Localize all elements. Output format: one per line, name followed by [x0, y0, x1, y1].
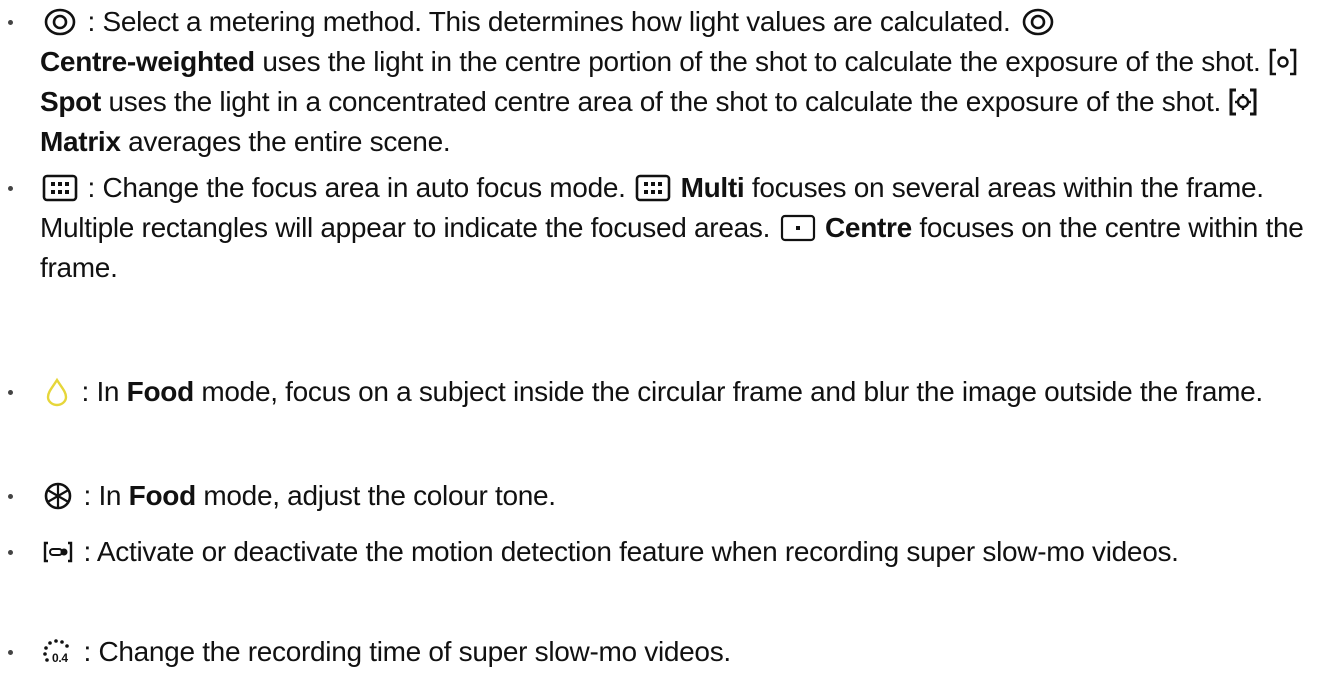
focus-text-1: : Change the focus area in auto focus mo…	[80, 172, 634, 203]
bullet-dot	[8, 650, 13, 655]
food-label: Food	[126, 376, 195, 407]
matrix-icon	[1228, 87, 1258, 117]
metering-text-4: averages the entire scene.	[120, 126, 451, 157]
bullet-dot	[8, 390, 13, 395]
recording-time-icon: 0.4	[40, 637, 76, 667]
food-label: Food	[128, 480, 197, 511]
food-focus-text-2: mode, focus on a subject inside the circ…	[193, 376, 1263, 407]
bullet-dot	[8, 494, 13, 499]
colour-tone-text-2: mode, adjust the colour tone.	[195, 480, 556, 511]
colour-tone-icon	[40, 481, 76, 511]
motion-detection-icon	[40, 537, 76, 567]
colour-tone-text-1: : In	[76, 480, 129, 511]
centre-label: Centre	[825, 212, 912, 243]
motion-detection-text: : Activate or deactivate the motion dete…	[76, 536, 1179, 567]
metering-text-3: uses the light in a concentrated centre …	[101, 86, 1229, 117]
metering-description: : Select a metering method. This determi…	[40, 2, 1337, 162]
recording-time-text: : Change the recording time of super slo…	[76, 636, 731, 667]
recording-time-icon-text: 0.4	[52, 651, 68, 665]
focus-area-icon	[40, 173, 80, 203]
centre-weighted-label: Centre-weighted	[40, 46, 255, 77]
food-focus-text-1: : In	[74, 376, 127, 407]
drop-icon	[40, 377, 74, 407]
metering-icon	[40, 7, 80, 37]
bullet-dot	[8, 186, 13, 191]
multi-focus-icon	[633, 173, 673, 203]
recording-time-description: 0.4 : Change the recording time of super…	[40, 632, 1337, 672]
metering-text-2: uses the light in the centre portion of …	[254, 46, 1268, 77]
colour-tone-description: : In Food mode, adjust the colour tone.	[40, 476, 1337, 516]
bullet-dot	[8, 550, 13, 555]
spot-icon	[1268, 47, 1298, 77]
spot-label: Spot	[40, 86, 102, 117]
centre-focus-icon	[778, 213, 818, 243]
metering-text-1: : Select a metering method. This determi…	[80, 6, 1018, 37]
multi-label: Multi	[680, 172, 745, 203]
food-focus-description: : In Food mode, focus on a subject insid…	[40, 372, 1337, 412]
bullet-dot	[8, 20, 13, 25]
motion-detection-description: : Activate or deactivate the motion dete…	[40, 532, 1337, 572]
focus-area-description: : Change the focus area in auto focus mo…	[40, 168, 1337, 288]
centre-weighted-icon	[1018, 7, 1058, 37]
matrix-label: Matrix	[40, 126, 121, 157]
